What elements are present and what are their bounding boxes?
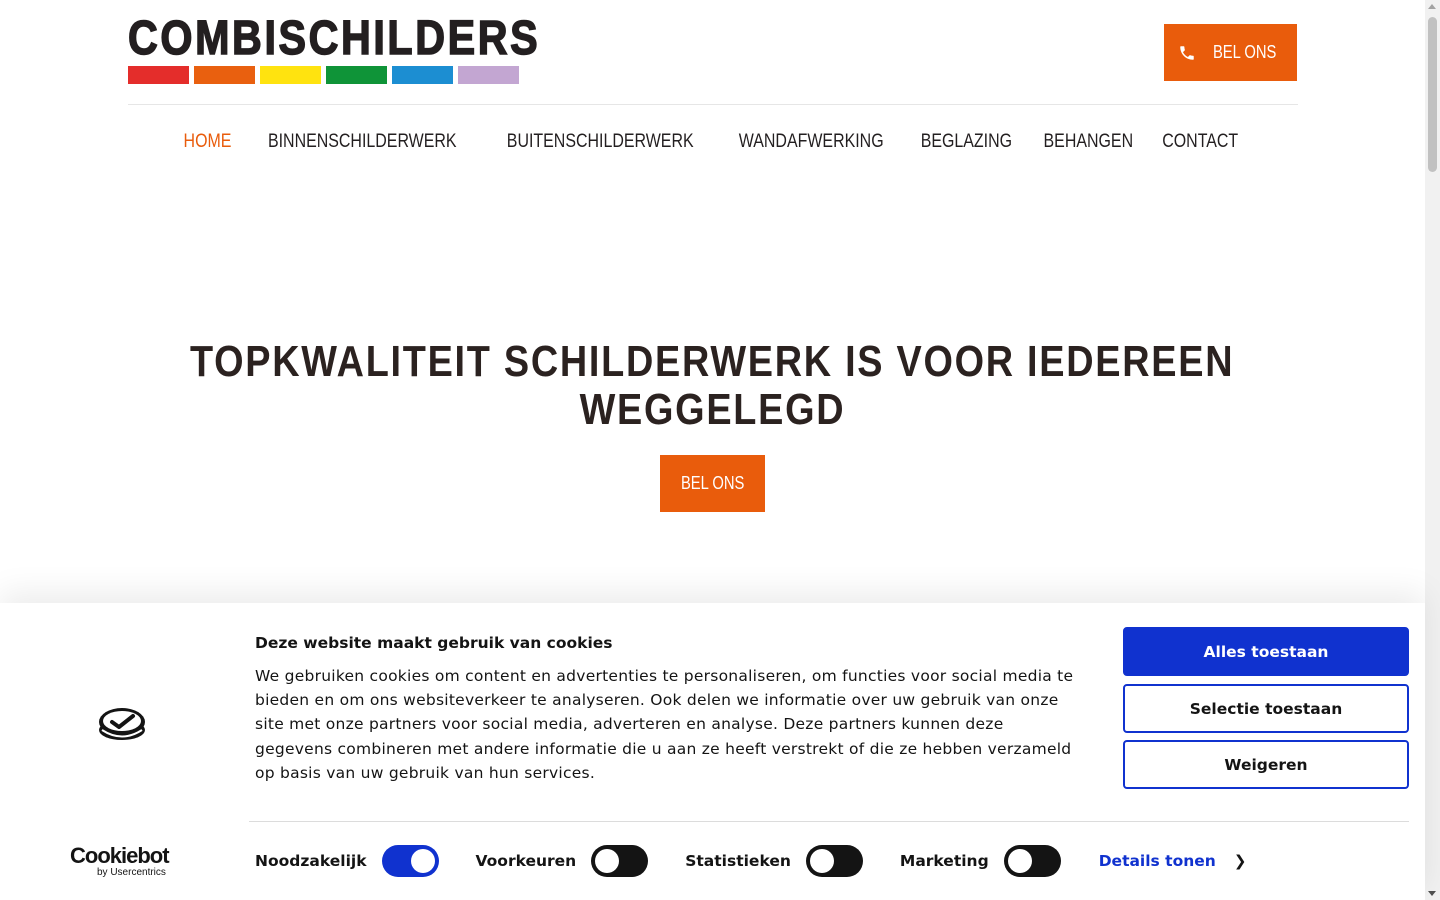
cookie-title: Deze website maakt gebruik van cookies: [255, 634, 613, 652]
logo-bar-yellow: [260, 66, 321, 84]
details-toggle-link[interactable]: Details tonen ❯: [1099, 852, 1247, 870]
statistics-switch[interactable]: [805, 844, 863, 877]
scroll-down-arrow-icon[interactable]: [1428, 891, 1436, 896]
allow-all-button[interactable]: Alles toestaan: [1123, 627, 1409, 676]
logo-bar-lilac: [458, 66, 519, 84]
toggle-marketing: Marketing: [899, 844, 1061, 877]
scroll-up-arrow-icon[interactable]: [1428, 4, 1436, 9]
header-call-label: BEL ONS: [1212, 42, 1277, 62]
page-scrollbar[interactable]: [1425, 0, 1440, 900]
toggle-label: Voorkeuren: [475, 851, 577, 870]
cookie-body: We gebruiken cookies om content en adver…: [255, 667, 1074, 782]
deny-button[interactable]: Weigeren: [1123, 740, 1409, 789]
logo-bar-blue: [392, 66, 453, 84]
cookiebot-brand[interactable]: Cookiebot by Usercentrics: [70, 845, 175, 879]
site-logo[interactable]: COMBISCHILDERS: [127, 12, 541, 86]
toggle-statistieken: Statistieken: [685, 844, 863, 877]
logo-wordmark: COMBISCHILDERS: [127, 12, 541, 65]
phone-icon: [1180, 45, 1194, 60]
nav-item-contact[interactable]: CONTACT: [1162, 124, 1238, 160]
toggle-voorkeuren: Voorkeuren: [475, 844, 649, 877]
site-header: COMBISCHILDERS BEL ONS: [127, 0, 1298, 105]
cookiebot-brand-sub: by Usercentrics: [97, 867, 166, 878]
logo-bar-orange: [194, 66, 255, 84]
chevron-right-icon: ❯: [1233, 851, 1247, 870]
logo-color-bars: [128, 66, 519, 84]
hero-title-line1: TOPKWALITEIT SCHILDERWERK IS VOOR IEDERE…: [190, 337, 1235, 386]
logo-bar-red: [128, 66, 189, 84]
hero-title: TOPKWALITEIT SCHILDERWERK IS VOOR IEDERE…: [0, 338, 1425, 434]
hero-call-label: BEL ONS: [680, 473, 745, 493]
cookie-divider: [249, 821, 1409, 822]
cookie-banner: Cookiebot by Usercentrics Deze website m…: [0, 603, 1425, 900]
nav-item-binnenschilderwerk[interactable]: BINNENSCHILDERWERK: [268, 124, 457, 160]
toggle-label: Marketing: [899, 851, 989, 870]
cookiebot-mark-icon: [99, 708, 145, 740]
allow-selection-button[interactable]: Selectie toestaan: [1123, 684, 1409, 733]
hero-call-button[interactable]: BEL ONS: [660, 455, 765, 512]
logo-bar-green: [326, 66, 387, 84]
hero-title-line2: WEGGELEGD: [579, 385, 846, 434]
scrollbar-thumb[interactable]: [1428, 17, 1437, 172]
nav-item-wandafwerking[interactable]: WANDAFWERKING: [739, 124, 884, 160]
cookiebot-brand-name: Cookiebot: [70, 843, 170, 868]
header-call-button[interactable]: BEL ONS: [1164, 24, 1297, 81]
nav-item-home[interactable]: HOME: [184, 124, 232, 160]
main-nav: HOME BINNENSCHILDERWERK BUITENSCHILDERWE…: [0, 124, 1425, 160]
nav-item-behangen[interactable]: BEHANGEN: [1043, 124, 1133, 160]
marketing-switch[interactable]: [1003, 844, 1061, 877]
details-label: Details tonen: [1098, 851, 1216, 870]
necessary-switch[interactable]: [381, 844, 439, 877]
nav-item-beglazing[interactable]: BEGLAZING: [920, 124, 1011, 160]
toggle-label: Statistieken: [685, 851, 791, 870]
cookie-consent-toggles: Noodzakelijk Voorkeuren Statistieken Mar…: [255, 844, 1246, 877]
preferences-switch[interactable]: [591, 844, 649, 877]
nav-item-buitenschilderwerk[interactable]: BUITENSCHILDERWERK: [507, 124, 694, 160]
toggle-noodzakelijk: Noodzakelijk: [255, 844, 439, 877]
toggle-label: Noodzakelijk: [255, 851, 367, 870]
